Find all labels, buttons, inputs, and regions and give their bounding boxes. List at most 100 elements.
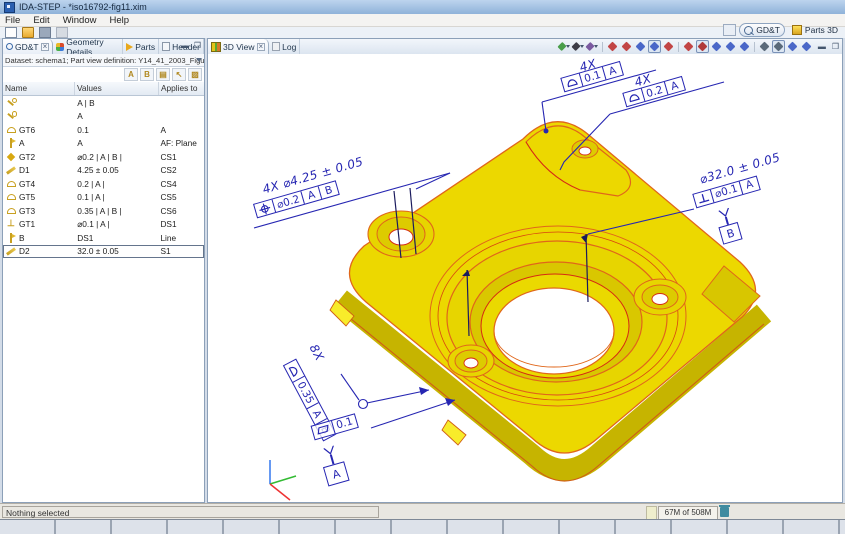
geometry-details-icon — [56, 43, 64, 51]
tab-3d-view[interactable]: 3D View× — [208, 39, 269, 54]
view-bottom-icon — [683, 42, 693, 52]
view-right-icon[interactable] — [648, 40, 661, 53]
row-applies-to: CS4 — [158, 179, 203, 189]
column-header-name[interactable]: Name — [3, 82, 75, 95]
menu-help[interactable]: Help — [109, 15, 129, 26]
window-titlebar[interactable]: IDA-STEP - *iso16792-fig11.xim — [0, 0, 845, 14]
minimize-view-icon[interactable]: ▬ — [817, 42, 827, 52]
show-datum-a-icon[interactable]: A — [124, 68, 138, 81]
datum-icon — [6, 138, 17, 148]
table-row[interactable]: A — [3, 110, 204, 124]
tool-icon — [6, 98, 17, 108]
pan-mode-icon[interactable] — [800, 40, 813, 53]
background-color-icon — [557, 42, 566, 51]
datum-reference: A — [739, 176, 760, 193]
toolbar-separator — [754, 42, 755, 52]
perspective-gdt-button[interactable]: GD&T — [739, 23, 785, 37]
tab-log[interactable]: Log — [269, 39, 300, 54]
open-icon[interactable] — [22, 27, 34, 38]
table-row[interactable]: GT50.1 | A |CS5 — [3, 191, 204, 205]
view-back-icon — [621, 42, 631, 52]
pan-mode-icon — [801, 42, 811, 52]
profile-icon — [6, 179, 17, 189]
row-values: 32.0 ± 0.05 — [75, 246, 158, 256]
view-top-icon[interactable] — [662, 40, 675, 53]
close-tab-icon[interactable]: × — [257, 43, 266, 51]
view-sw-iso-icon — [697, 42, 707, 52]
projection-icon — [585, 42, 594, 51]
new-icon[interactable] — [5, 27, 17, 38]
panel-window-buttons: ▬ ❒ — [180, 41, 202, 51]
view-ne-iso-icon[interactable] — [724, 40, 737, 53]
table-row[interactable]: AAAF: Plane — [3, 137, 204, 151]
part-3d-model — [208, 54, 842, 502]
tab-gd-t[interactable]: GD&T× — [3, 39, 53, 54]
table-row[interactable]: D14.25 ± 0.05CS2 — [3, 164, 204, 178]
table-row[interactable]: GT2⌀0.2 | A | B |CS1 — [3, 150, 204, 164]
datum-reference: A — [664, 77, 685, 94]
table-row[interactable]: GT30.35 | A | B |CS6 — [3, 204, 204, 218]
windows-taskbar[interactable] — [0, 519, 845, 534]
menu-window[interactable]: Window — [63, 15, 97, 26]
view-se-iso-icon[interactable] — [710, 40, 723, 53]
table-row[interactable]: GT60.1A — [3, 123, 204, 137]
table-row[interactable]: A | B — [3, 96, 204, 110]
projection-icon[interactable] — [586, 40, 599, 53]
table-row[interactable]: GT40.2 | A |CS4 — [3, 177, 204, 191]
column-header-applies-to[interactable]: Applies to — [159, 82, 204, 95]
column-header-values[interactable]: Values — [75, 82, 159, 95]
app-icon — [4, 2, 15, 13]
tolerance-value: 0.1 — [331, 414, 357, 433]
view-front-icon[interactable] — [606, 40, 619, 53]
datum-reference: B — [318, 182, 339, 199]
tab-label: Parts — [135, 42, 155, 52]
view-back-icon[interactable] — [620, 40, 633, 53]
edit-dataset-icon[interactable]: ▨ — [188, 68, 202, 81]
close-tab-icon[interactable]: × — [41, 43, 50, 51]
zoom-mode-icon[interactable] — [758, 40, 771, 53]
background-color-icon[interactable] — [558, 40, 571, 53]
view-sw-iso-icon[interactable] — [696, 40, 709, 53]
parts-icon — [126, 43, 133, 51]
view-ne-iso-icon — [725, 42, 735, 52]
menu-file[interactable]: File — [5, 15, 20, 26]
dimension-icon — [6, 246, 17, 256]
maximize-panel-icon[interactable]: ❒ — [193, 41, 202, 51]
tolerance-value: 0.2 — [641, 82, 667, 101]
view-nw-iso-icon[interactable] — [738, 40, 751, 53]
row-name: B — [19, 233, 25, 243]
open-perspective-icon[interactable] — [723, 24, 736, 36]
table-row[interactable]: GT1⌀0.1 | A |DS1 — [3, 218, 204, 232]
maximize-view-icon[interactable]: ❒ — [831, 42, 840, 52]
dataset-selector[interactable]: Dataset: schema1; Part view definition: … — [3, 54, 204, 67]
garbage-collect-icon[interactable] — [720, 507, 729, 517]
row-name: D2 — [19, 246, 30, 256]
tab-geometry-details[interactable]: Geometry Details — [53, 39, 123, 54]
heap-indicator — [646, 506, 657, 520]
view-toolbar: ▬❒ — [558, 40, 840, 53]
row-values: DS1 — [75, 233, 158, 243]
select-mode-icon — [773, 42, 783, 52]
menu-edit[interactable]: Edit — [33, 15, 49, 26]
tab-parts[interactable]: Parts — [123, 39, 159, 54]
parts3d-icon — [792, 25, 802, 35]
save-icon[interactable] — [39, 27, 51, 38]
minimize-panel-icon[interactable]: ▬ — [180, 41, 190, 51]
3d-canvas[interactable]: 4X 0.1 A 4X 0.2 A 4X ⌀4.25 ± 0.05 — [208, 54, 842, 502]
view-bottom-icon[interactable] — [682, 40, 695, 53]
render-style-icon[interactable] — [572, 40, 585, 53]
window-title: IDA-STEP - *iso16792-fig11.xim — [19, 2, 147, 12]
show-table-icon[interactable]: ▤ — [156, 68, 170, 81]
pick-arrow-icon[interactable]: ↖ — [172, 68, 186, 81]
table-row[interactable]: D232.0 ± 0.05S1 — [3, 245, 204, 259]
select-mode-icon[interactable] — [772, 40, 785, 53]
show-datum-b-icon[interactable]: B — [140, 68, 154, 81]
rotate-mode-icon[interactable] — [786, 40, 799, 53]
view-left-icon[interactable] — [634, 40, 647, 53]
table-row[interactable]: B DS1Line — [3, 231, 204, 245]
perspective-parts3d-button[interactable]: Parts 3D — [788, 24, 842, 36]
heap-status: 67M of 508M — [658, 506, 718, 520]
row-applies-to: Line — [158, 233, 203, 243]
row-name: GT4 — [19, 179, 35, 189]
gdt-table-header: Name Values Applies to — [3, 82, 204, 96]
